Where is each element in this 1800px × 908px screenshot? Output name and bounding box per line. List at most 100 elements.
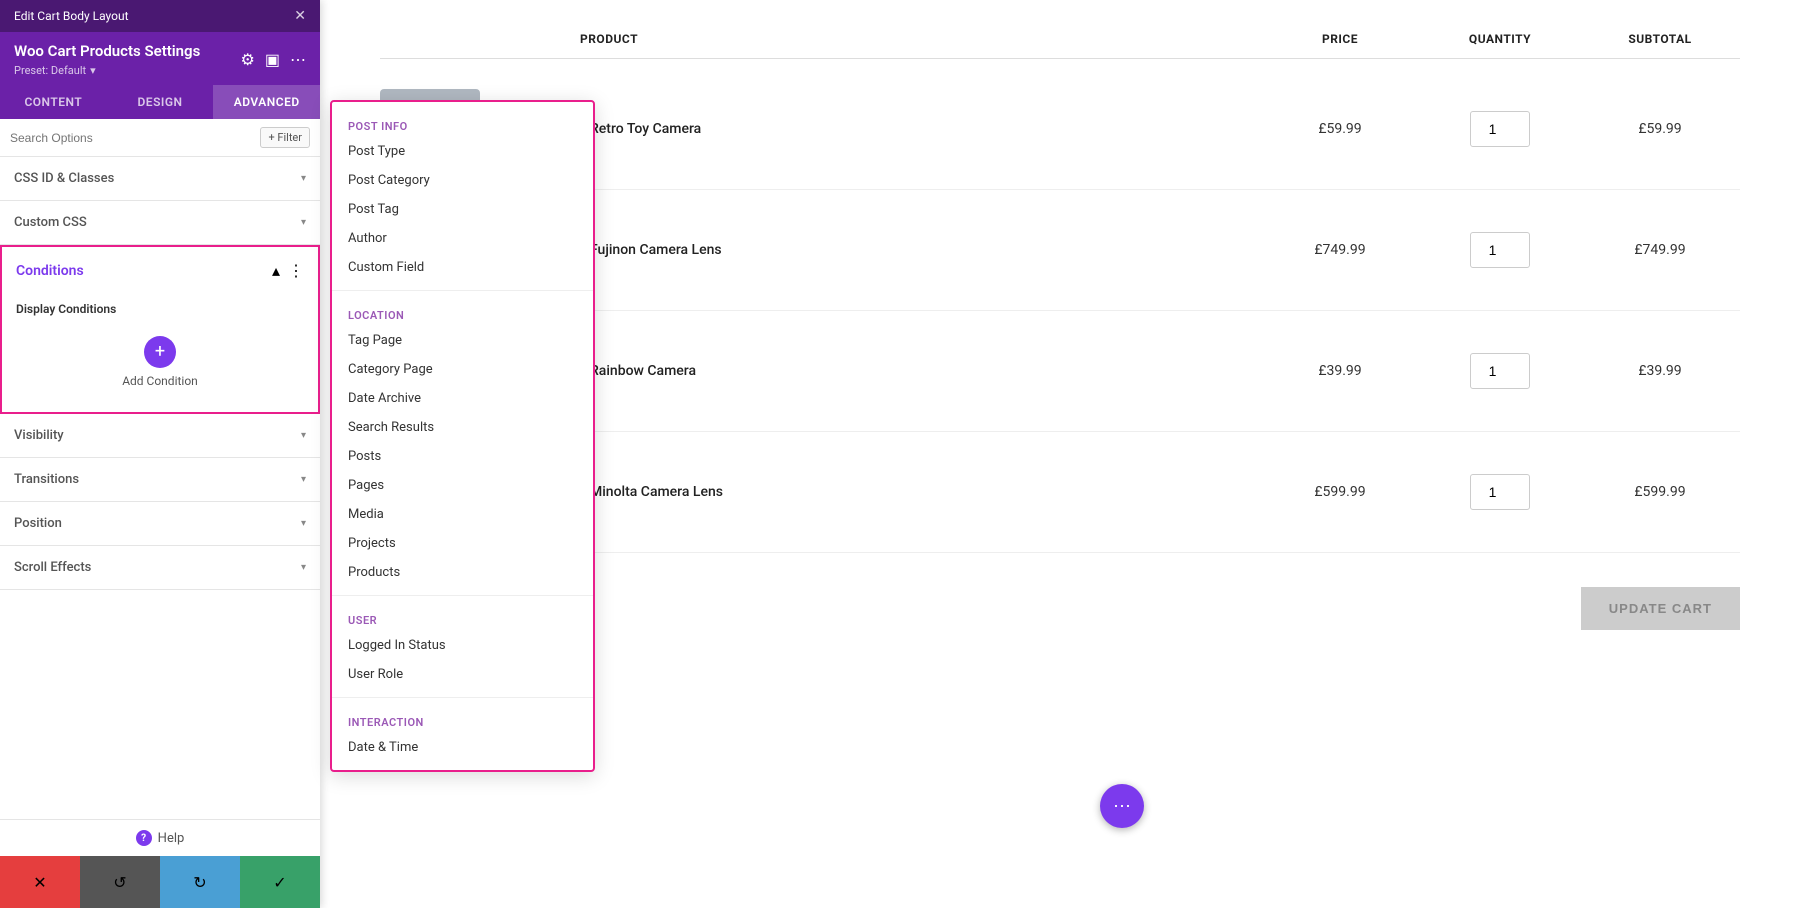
dropdown-section-interaction: Interaction — [332, 706, 593, 733]
close-button[interactable]: ✕ — [294, 8, 306, 24]
product-price: £749.99 — [1260, 242, 1420, 258]
undo-icon: ↺ — [113, 873, 126, 892]
dropdown-item-posts[interactable]: Posts — [332, 442, 593, 471]
sidebar-footer: ✕ ↺ ↻ ✓ — [0, 856, 320, 908]
dropdown-item-author[interactable]: Author — [332, 224, 593, 253]
section-transitions-header[interactable]: Transitions ▾ — [0, 458, 320, 501]
dropdown-item-date-time[interactable]: Date & Time — [332, 733, 593, 762]
dropdown-item-post-category[interactable]: Post Category — [332, 166, 593, 195]
divider-1 — [332, 290, 593, 291]
sidebar-content: CSS ID & Classes ▾ Custom CSS ▾ Conditio… — [0, 157, 320, 819]
col-header-quantity: QUANTITY — [1420, 32, 1580, 46]
add-condition-icon: + — [144, 336, 176, 368]
layout-icon[interactable]: ▣ — [265, 50, 280, 69]
add-condition-button[interactable]: + Add Condition — [16, 328, 304, 396]
conditions-body: Display Conditions + Add Condition — [2, 294, 318, 412]
cancel-icon: ✕ — [33, 873, 46, 892]
product-subtotal: £599.99 — [1580, 484, 1740, 500]
section-scroll-effects-header[interactable]: Scroll Effects ▾ — [0, 546, 320, 589]
dropdown-section-user: User — [332, 604, 593, 631]
section-transitions: Transitions ▾ — [0, 458, 320, 502]
dropdown-item-search-results[interactable]: Search Results — [332, 413, 593, 442]
add-condition-label: Add Condition — [122, 374, 198, 388]
dropdown-item-products[interactable]: Products — [332, 558, 593, 587]
floating-action-button[interactable]: ⋯ — [1100, 784, 1144, 828]
quantity-input[interactable] — [1470, 232, 1530, 268]
quantity-input[interactable] — [1470, 353, 1530, 389]
dropdown-item-date-archive[interactable]: Date Archive — [332, 384, 593, 413]
checkmark-icon: ✓ — [273, 873, 286, 892]
product-subtotal: £59.99 — [1580, 121, 1740, 137]
section-custom-css-header[interactable]: Custom CSS ▾ — [0, 201, 320, 244]
dropdown-item-custom-field[interactable]: Custom Field — [332, 253, 593, 282]
product-name: Minolta Camera Lens — [580, 484, 1260, 500]
dropdown-item-post-tag[interactable]: Post Tag — [332, 195, 593, 224]
preset-label: Preset: Default — [14, 64, 86, 77]
section-position-header[interactable]: Position ▾ — [0, 502, 320, 545]
dropdown-item-user-role[interactable]: User Role — [332, 660, 593, 689]
settings-icon[interactable]: ⚙ — [241, 50, 255, 69]
quantity-input[interactable] — [1470, 474, 1530, 510]
update-cart-button[interactable]: UPDATE CART — [1581, 587, 1740, 630]
dropdown-item-pages[interactable]: Pages — [332, 471, 593, 500]
conditions-dropdown: Post Info Post Type Post Category Post T… — [330, 100, 595, 772]
product-name: Rainbow Camera — [580, 363, 1260, 379]
tab-content[interactable]: Content — [0, 85, 107, 119]
chevron-down-icon: ▾ — [301, 173, 306, 184]
dropdown-item-logged-in-status[interactable]: Logged In Status — [332, 631, 593, 660]
divider-3 — [332, 697, 593, 698]
redo-icon: ↻ — [193, 873, 206, 892]
undo-button[interactable]: ↺ — [80, 856, 160, 908]
product-price: £59.99 — [1260, 121, 1420, 137]
cancel-button[interactable]: ✕ — [0, 856, 80, 908]
redo-button[interactable]: ↻ — [160, 856, 240, 908]
more-options-icon[interactable]: ⋮ — [288, 261, 304, 280]
save-button[interactable]: ✓ — [240, 856, 320, 908]
dropdown-item-projects[interactable]: Projects — [332, 529, 593, 558]
section-css-id-classes: CSS ID & Classes ▾ — [0, 157, 320, 201]
product-quantity — [1420, 232, 1580, 268]
product-quantity — [1420, 111, 1580, 147]
section-custom-css: Custom CSS ▾ — [0, 201, 320, 245]
header-icons: ⚙ ▣ ⋯ — [241, 50, 306, 69]
dropdown-item-category-page[interactable]: Category Page — [332, 355, 593, 384]
help-icon: ? — [136, 830, 152, 846]
product-subtotal: £39.99 — [1580, 363, 1740, 379]
search-bar: + Filter — [0, 119, 320, 157]
sidebar-header: Woo Cart Products Settings Preset: Defau… — [0, 32, 320, 85]
conditions-header[interactable]: Conditions ▴ ⋮ — [2, 247, 318, 294]
dropdown-item-post-type[interactable]: Post Type — [332, 137, 593, 166]
chevron-down-icon: ▾ — [301, 562, 306, 573]
product-quantity — [1420, 353, 1580, 389]
product-quantity — [1420, 474, 1580, 510]
col-header-subtotal: SUBTOTAL — [1580, 32, 1740, 46]
window-title-bar: Edit Cart Body Layout ✕ — [0, 0, 320, 32]
more-icon: ⋯ — [1113, 796, 1131, 817]
section-css-id-classes-header[interactable]: CSS ID & Classes ▾ — [0, 157, 320, 200]
sidebar-tabs: Content Design Advanced — [0, 85, 320, 119]
section-visibility-header[interactable]: Visibility ▾ — [0, 414, 320, 457]
module-name: Woo Cart Products Settings — [14, 42, 200, 60]
product-subtotal: £749.99 — [1580, 242, 1740, 258]
dropdown-item-tag-page[interactable]: Tag Page — [332, 326, 593, 355]
chevron-down-icon: ▾ — [301, 217, 306, 228]
quantity-input[interactable] — [1470, 111, 1530, 147]
dropdown-item-media[interactable]: Media — [332, 500, 593, 529]
cart-table-header: PRODUCT PRICE QUANTITY SUBTOTAL — [380, 20, 1740, 59]
product-price: £39.99 — [1260, 363, 1420, 379]
tab-design[interactable]: Design — [107, 85, 214, 119]
conditions-title: Conditions — [16, 263, 84, 279]
product-price: £599.99 — [1260, 484, 1420, 500]
dropdown-section-location: Location — [332, 299, 593, 326]
more-icon[interactable]: ⋯ — [290, 50, 306, 69]
search-input[interactable] — [10, 131, 254, 145]
chevron-down-icon: ▾ — [301, 474, 306, 485]
preset-chevron: ▾ — [90, 64, 96, 77]
display-conditions-label: Display Conditions — [16, 302, 304, 316]
help-label[interactable]: Help — [158, 831, 185, 846]
chevron-up-icon[interactable]: ▴ — [272, 261, 280, 280]
tab-advanced[interactable]: Advanced — [213, 85, 320, 119]
conditions-header-icons: ▴ ⋮ — [272, 261, 304, 280]
section-scroll-effects: Scroll Effects ▾ — [0, 546, 320, 590]
filter-button[interactable]: + Filter — [260, 127, 310, 148]
